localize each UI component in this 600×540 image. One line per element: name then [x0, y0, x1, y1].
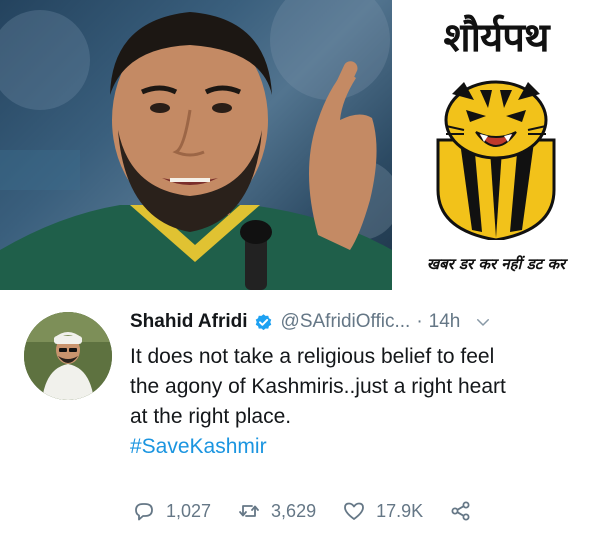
reply-count: 1,027 [166, 500, 212, 521]
tweet-actions: 1,027 3,629 17.9K [132, 496, 592, 526]
speaker-photo [0, 0, 392, 290]
tweet-header: Shahid Afridi @SAfridiOffic... · 14h [130, 308, 590, 336]
avatar[interactable] [24, 312, 112, 400]
tweet-text-line: at the right place. [130, 405, 292, 428]
author-handle[interactable]: @SAfridiOffic... [281, 311, 411, 333]
brand-tagline: खबर डर कर नहीं डट कर [426, 255, 566, 273]
reply-button[interactable]: 1,027 [132, 499, 211, 523]
reply-icon [135, 503, 153, 521]
like-count: 17.9K [376, 500, 424, 521]
retweet-count: 3,629 [271, 500, 317, 521]
brand-title: शौर्यपथ [443, 14, 549, 61]
tweet-text-line: the agony of Kashmiris..just a right hea… [130, 375, 506, 398]
speaker-illustration [0, 0, 392, 290]
heart-icon [344, 502, 364, 520]
chevron-down-icon[interactable] [474, 313, 492, 331]
tweet-body: Shahid Afridi @SAfridiOffic... · 14h It … [130, 308, 590, 462]
tweet-text-line: It does not take a religious belief to f… [130, 345, 495, 368]
tiger-logo-icon [436, 80, 556, 240]
news-brand-logo: शौर्यपथ खबर डर कर नहीं डट कर [392, 0, 600, 290]
hashtag-link[interactable]: #SaveKashmir [130, 432, 590, 462]
retweet-icon [239, 505, 259, 517]
verified-badge-icon [255, 313, 271, 330]
share-button[interactable] [449, 499, 473, 523]
tweet-text: It does not take a religious belief to f… [130, 342, 590, 462]
tweet-card[interactable]: Shahid Afridi @SAfridiOffic... · 14h It … [0, 290, 600, 540]
tweet-timestamp[interactable]: 14h [429, 311, 461, 333]
news-collage-image: शौर्यपथ खबर डर कर नहीं डट कर [0, 0, 600, 290]
like-button[interactable]: 17.9K [342, 499, 423, 523]
separator-dot: · [416, 311, 423, 332]
avatar-image [24, 312, 112, 400]
share-icon [451, 501, 470, 521]
retweet-button[interactable]: 3,629 [237, 499, 316, 523]
author-name[interactable]: Shahid Afridi [130, 311, 248, 333]
